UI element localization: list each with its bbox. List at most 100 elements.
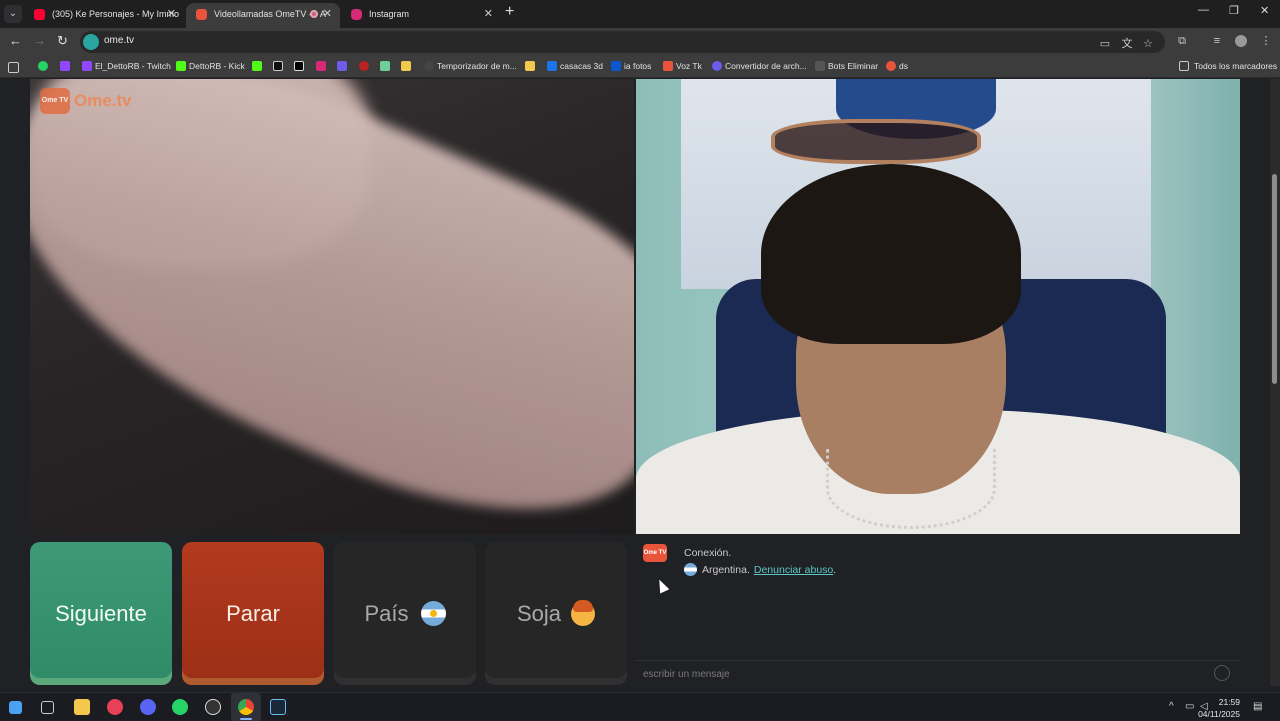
tab-ometv[interactable]: Videollamadas OmeTV — A ✕ (186, 3, 340, 28)
emoji-smiley-icon[interactable] (1214, 665, 1230, 681)
twitch-icon[interactable] (60, 61, 70, 71)
tv-logo-icon: Ome TV (40, 88, 70, 114)
tab-close-icon[interactable]: ✕ (323, 3, 332, 25)
partner-country: Argentina (702, 563, 747, 576)
task-view-icon[interactable] (41, 701, 54, 714)
address-url: ome.tv (104, 35, 135, 46)
bookmark-voz-tk[interactable]: Voz Tk (663, 60, 702, 72)
person-avatar-icon (571, 599, 596, 626)
tab-instagram[interactable]: Instagram ✕ (341, 3, 501, 28)
chat-message-input[interactable] (643, 666, 1203, 682)
tab-youtube[interactable]: (305) Ke Personajes - My Immo ✕ (24, 3, 184, 28)
file-explorer-icon[interactable] (74, 699, 90, 715)
address-bar[interactable]: ome.tv ▭ 文 ☆ (80, 31, 1165, 53)
tab-close-icon[interactable]: ✕ (484, 3, 493, 25)
person-hair (761, 164, 1021, 344)
x-icon[interactable] (294, 61, 304, 71)
profile-avatar-icon[interactable] (1235, 35, 1247, 47)
chrome-icon[interactable] (238, 699, 254, 715)
steam-icon[interactable] (270, 699, 286, 715)
country-filter-button[interactable]: País (334, 542, 476, 685)
discord-icon[interactable] (140, 699, 156, 715)
report-suffix: . (833, 563, 837, 576)
forward-arrow-icon[interactable]: → (33, 33, 46, 48)
bot-icon (815, 61, 825, 71)
bookmark-label: Voz Tk (676, 61, 702, 71)
tab-title: (305) Ke Personajes - My Immo (52, 9, 180, 19)
tab-search-chevron-icon[interactable]: ⌄ (4, 5, 22, 23)
canva-icon[interactable] (337, 61, 347, 71)
browser-tab-strip: ⌄ (305) Ke Personajes - My Immo ✕ Videol… (0, 0, 1280, 28)
minimize-icon[interactable]: — (1198, 4, 1209, 16)
bookmark-label: Bots Eliminar (828, 61, 879, 71)
tab-close-icon[interactable]: ✕ (167, 3, 176, 25)
obs-icon[interactable] (205, 699, 221, 715)
red-dot-icon[interactable] (359, 61, 369, 71)
back-arrow-icon[interactable]: ← (9, 33, 22, 48)
reload-icon[interactable]: ↻ (57, 33, 68, 49)
next-button-label: Siguiente (55, 600, 147, 626)
bookmark-casacas[interactable]: casacas 3d (547, 60, 603, 72)
ds-icon (886, 61, 896, 71)
argentina-flag-icon (420, 601, 446, 626)
davinci-icon[interactable] (107, 699, 123, 715)
bookmark-twitch[interactable]: El_DettoRB - Twitch (82, 60, 171, 72)
chat-panel: Ome TV Conexión. Argentina . Denunciar a… (636, 534, 1240, 686)
whatsapp-icon[interactable] (172, 699, 188, 715)
instagram-icon[interactable] (316, 61, 326, 71)
bookmark-kick[interactable]: DettoRB - Kick (176, 60, 245, 72)
connection-status: Conexión. (684, 547, 732, 559)
folder-yellow-icon[interactable] (525, 61, 535, 71)
converter-icon (712, 61, 722, 71)
whatsapp-icon[interactable] (38, 61, 48, 71)
tray-chevron-icon[interactable]: ^ (1169, 701, 1174, 712)
bookmark-ds[interactable]: ds (886, 60, 908, 72)
cast-icon[interactable]: ▭ (1099, 38, 1111, 50)
bookmark-star-icon[interactable]: ☆ (1142, 38, 1154, 50)
menu-kebab-icon[interactable]: ⋮ (1260, 35, 1272, 47)
video-arm-shape (30, 79, 634, 534)
bookmark-label: ds (899, 61, 908, 71)
stranger-video: Ome TV Ome.tv (30, 79, 634, 534)
scrollbar-thumb[interactable] (1272, 174, 1277, 384)
new-tab-plus-icon[interactable]: + (505, 3, 514, 21)
all-bookmarks-folder[interactable]: Todos los marcadores (1179, 60, 1277, 72)
bookmark-ia-fotos[interactable]: ia fotos (611, 60, 651, 72)
bookmark-converter[interactable]: Convertidor de arch... (712, 60, 807, 72)
sparkle-icon[interactable] (380, 61, 390, 71)
notification-icon[interactable]: ▤ (1253, 701, 1262, 712)
windows-taskbar: ^ ▭ ◁ 21:59 04/11/2025 ▤ (0, 692, 1280, 721)
network-icon[interactable]: ▭ (1185, 701, 1194, 712)
restore-icon[interactable]: ❐ (1229, 4, 1239, 17)
tiktok-icon[interactable] (273, 61, 283, 71)
media-controls-icon[interactable]: ≡ (1211, 35, 1223, 47)
partner-country-line: Argentina . Denunciar abuso . (684, 563, 836, 576)
gender-filter-button[interactable]: Soja (485, 542, 627, 685)
next-button[interactable]: Siguiente (30, 542, 172, 685)
system-clock[interactable]: 21:59 04/11/2025 (1198, 696, 1240, 720)
window-close-icon[interactable]: ✕ (1260, 4, 1269, 17)
recording-indicator-icon (310, 10, 318, 18)
youtube-icon (34, 9, 45, 20)
bookmark-label: ia fotos (624, 61, 652, 71)
clock-time: 21:59 (1218, 697, 1240, 707)
stop-button[interactable]: Parar (182, 542, 324, 685)
report-abuse-link[interactable]: Denunciar abuso (754, 564, 833, 576)
extensions-puzzle-icon[interactable]: ⧉ (1176, 35, 1188, 47)
necklace (826, 449, 996, 529)
bookmark-timer[interactable]: Temporizador de m... (424, 60, 517, 72)
kick-icon[interactable] (252, 61, 262, 71)
instagram-icon (351, 9, 362, 20)
page-scrollbar[interactable] (1270, 79, 1280, 686)
site-info-icon[interactable] (83, 34, 99, 50)
bookmark-label: Temporizador de m... (437, 61, 517, 71)
colorful-dots-icon[interactable] (401, 61, 411, 71)
twitch-icon (82, 61, 92, 71)
windows-start-icon[interactable] (9, 701, 22, 714)
chat-input-row (636, 660, 1240, 686)
separator: . (746, 563, 750, 576)
apps-grid-icon[interactable] (8, 62, 19, 73)
bookmark-bots[interactable]: Bots Eliminar (815, 60, 878, 72)
translate-icon[interactable]: 文 (1121, 38, 1133, 50)
argentina-flag-icon (684, 563, 697, 576)
